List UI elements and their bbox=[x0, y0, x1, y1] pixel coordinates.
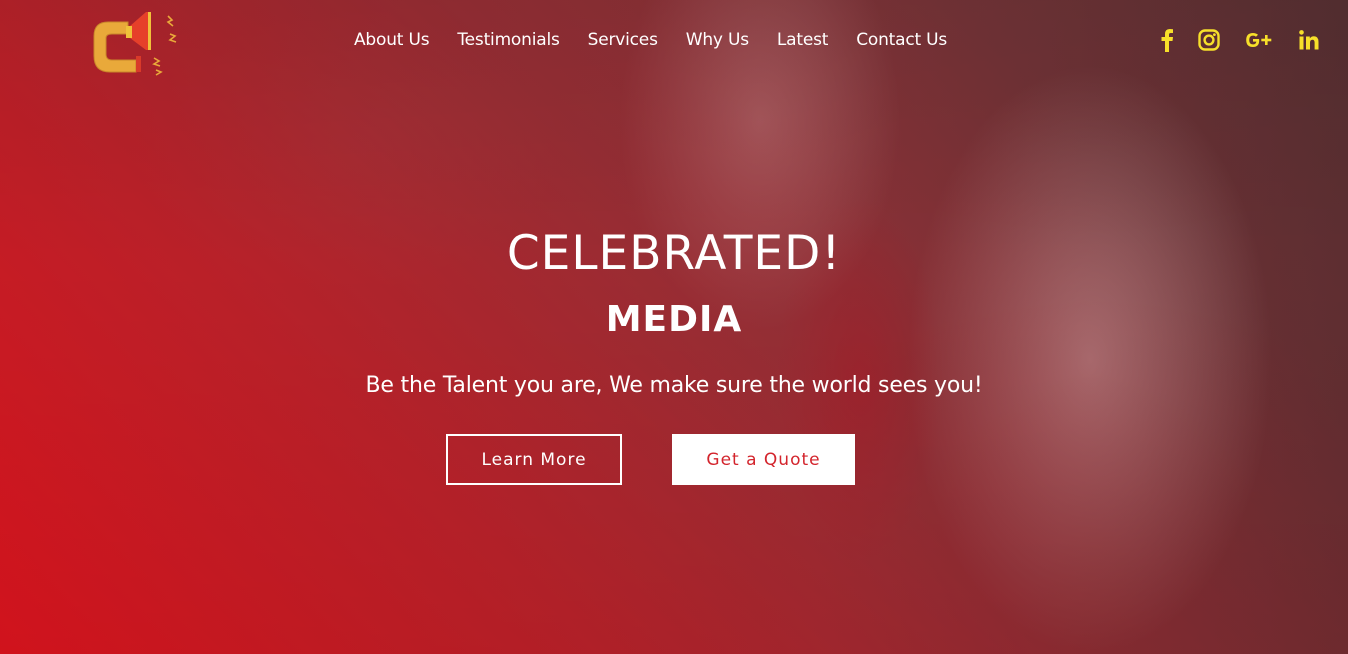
nav-item-contact-us[interactable]: Contact Us bbox=[856, 28, 947, 52]
social-links bbox=[1160, 26, 1320, 54]
facebook-icon[interactable] bbox=[1160, 27, 1174, 53]
nav-item-about-us[interactable]: About Us bbox=[354, 28, 430, 52]
get-a-quote-button[interactable]: Get a Quote bbox=[672, 434, 855, 485]
nav-item-why-us[interactable]: Why Us bbox=[686, 28, 749, 52]
hero-tagline: Be the Talent you are, We make sure the … bbox=[365, 373, 983, 398]
get-a-quote-button-label: Get a Quote bbox=[706, 449, 821, 470]
learn-more-button-label: Learn More bbox=[481, 449, 587, 470]
hero-title: CELEBRATED! bbox=[506, 226, 842, 281]
main-navigation: About Us Testimonials Services Why Us La… bbox=[354, 28, 947, 52]
nav-item-latest[interactable]: Latest bbox=[777, 28, 829, 52]
hero-section: About Us Testimonials Services Why Us La… bbox=[0, 0, 1348, 654]
hero-subtitle: MEDIA bbox=[605, 299, 743, 340]
nav-item-testimonials[interactable]: Testimonials bbox=[457, 28, 559, 52]
megaphone-c-logo-icon bbox=[93, 12, 177, 76]
brand-logo[interactable] bbox=[90, 4, 182, 78]
instagram-icon[interactable] bbox=[1198, 27, 1220, 53]
linkedin-icon[interactable] bbox=[1298, 27, 1320, 53]
nav-item-services[interactable]: Services bbox=[588, 28, 658, 52]
google-plus-icon[interactable] bbox=[1244, 27, 1274, 53]
learn-more-button[interactable]: Learn More bbox=[446, 434, 622, 485]
